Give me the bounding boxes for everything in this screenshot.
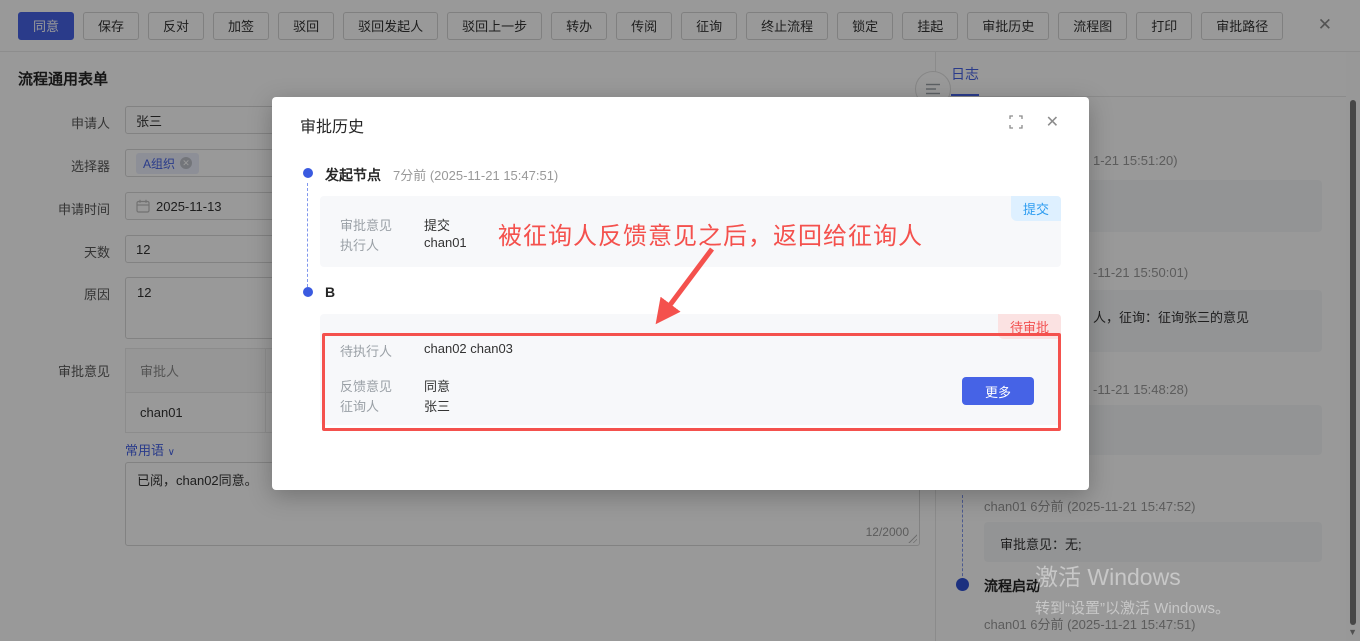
app-root: 同意 保存 反对 加签 驳回 驳回发起人 驳回上一步 转办 传阅 征询 终止流程… [0,0,1360,641]
status-badge-submit: 提交 [1011,196,1061,221]
row-value: chan01 [424,235,467,254]
approval-history-modal: 审批历史 ✕ 发起节点7分前 (2025-11-21 15:47:51) 提交 … [272,97,1089,490]
annotation-rectangle [322,333,1061,431]
timeline-dot [303,287,313,297]
row-label: 执行人 [340,235,404,254]
timeline-node-title: B [325,284,335,300]
timeline-node-title: 发起节点 7分前 (2025-11-21 15:47:51) [325,165,558,185]
node-title-text: 发起节点 [325,167,381,183]
row-label: 审批意见 [340,215,404,234]
fullscreen-icon[interactable] [1009,115,1023,134]
annotation-text: 被征询人反馈意见之后，返回给征询人 [498,216,923,251]
modal-close-icon[interactable]: ✕ [1046,112,1059,132]
modal-title: 审批历史 [300,113,364,137]
row-value: 提交 [424,215,450,234]
timeline-dot [303,168,313,178]
node-time: 7分前 (2025-11-21 15:47:51) [393,168,558,183]
timeline-connector [307,183,308,287]
